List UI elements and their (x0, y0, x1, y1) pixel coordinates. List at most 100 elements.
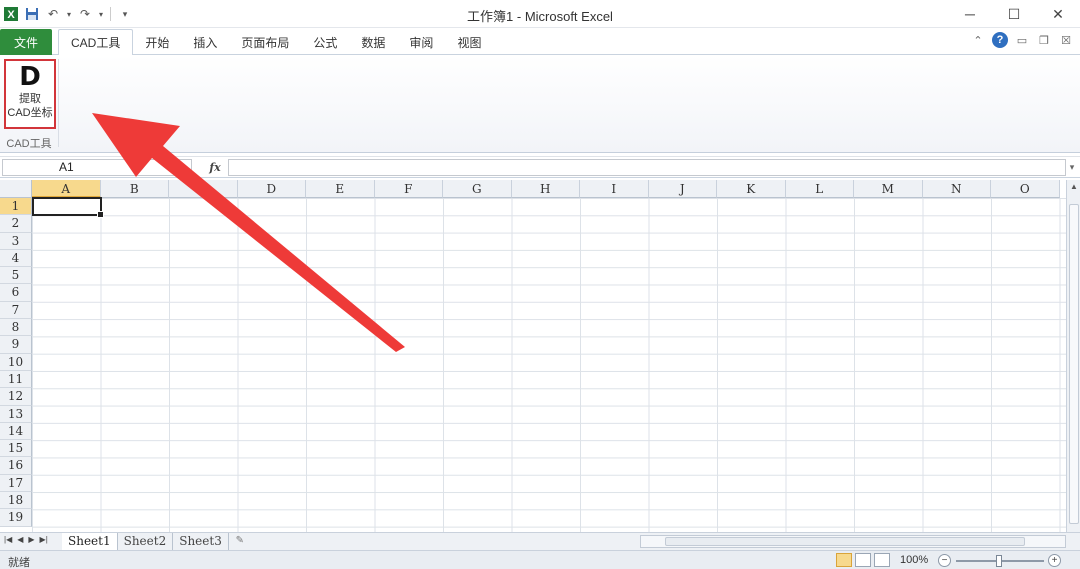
vertical-scroll-thumb[interactable] (1069, 204, 1079, 524)
row-header[interactable]: 2 (0, 215, 32, 233)
insert-sheet-icon[interactable]: ✎ (229, 533, 251, 549)
sheet-tab-sheet2[interactable]: Sheet2 (118, 533, 174, 550)
workbook-minimize-icon[interactable]: ▭ (1014, 32, 1030, 48)
row-header[interactable]: 19 (0, 509, 32, 527)
next-sheet-icon[interactable]: ▶ (28, 535, 34, 544)
sheet-tabs: Sheet1 Sheet2 Sheet3 ✎ (62, 533, 251, 550)
column-header[interactable]: N (922, 180, 991, 198)
row-header[interactable]: 12 (0, 388, 32, 406)
tab-insert[interactable]: 插入 (181, 29, 229, 55)
tab-formulas[interactable]: 公式 (301, 29, 349, 55)
zoom-level[interactable]: 100% (900, 554, 928, 566)
cad-d-icon: D (19, 62, 41, 92)
close-button[interactable]: ✕ (1036, 0, 1080, 28)
normal-view-button[interactable] (836, 553, 852, 567)
tab-home[interactable]: 开始 (133, 29, 181, 55)
prev-sheet-icon[interactable]: ◀ (17, 535, 23, 544)
workbook-close-icon[interactable]: ☒ (1058, 32, 1074, 48)
select-all-corner[interactable] (0, 180, 32, 198)
row-header[interactable]: 3 (0, 232, 32, 250)
row-header[interactable]: 14 (0, 422, 32, 441)
row-header[interactable]: 7 (0, 301, 32, 320)
row-header[interactable]: 8 (0, 319, 32, 337)
horizontal-scroll-thumb[interactable] (665, 537, 1025, 546)
window-title: 工作簿1 - Microsoft Excel (467, 9, 613, 24)
worksheet-grid[interactable]: A B C D E F G H I J K L M N O 1 2 3 4 5 … (0, 180, 1066, 532)
sheet-tab-bar: |◀ ◀ ▶ ▶| Sheet1 Sheet2 Sheet3 ✎ (0, 532, 1080, 550)
row-header[interactable]: 18 (0, 492, 32, 510)
ribbon-tabs: CAD工具 开始 插入 页面布局 公式 数据 审阅 视图 (58, 29, 493, 56)
column-header[interactable]: M (854, 180, 923, 198)
page-layout-view-button[interactable] (855, 553, 871, 567)
last-sheet-icon[interactable]: ▶| (40, 535, 48, 544)
cad-button-label-line2: CAD坐标 (7, 107, 53, 119)
column-header[interactable]: O (991, 180, 1060, 198)
row-header[interactable]: 13 (0, 405, 32, 423)
sheet-tab-sheet1[interactable]: Sheet1 (62, 533, 118, 550)
title-bar: X ↶ ▾ ↷ ▾ ▾ 工作簿1 - Microsoft Excel ─ ☐ ✕ (0, 0, 1080, 28)
page-break-preview-button[interactable] (874, 553, 890, 567)
tab-cad-tools[interactable]: CAD工具 (58, 29, 134, 56)
zoom-out-button[interactable]: − (938, 554, 951, 567)
column-header[interactable]: A (32, 180, 101, 198)
row-header[interactable]: 15 (0, 440, 32, 458)
sheet-tab-sheet3[interactable]: Sheet3 (173, 533, 229, 550)
row-header[interactable]: 6 (0, 284, 32, 302)
row-header[interactable]: 11 (0, 370, 32, 389)
workbook-restore-icon[interactable]: ❐ (1036, 32, 1052, 48)
status-ready: 就绪 (8, 557, 30, 569)
minimize-button[interactable]: ─ (948, 0, 992, 28)
column-header[interactable]: F (374, 180, 443, 198)
tab-view[interactable]: 视图 (445, 29, 493, 55)
file-tab[interactable]: 文件 (0, 29, 52, 55)
maximize-button[interactable]: ☐ (992, 0, 1036, 28)
row-header[interactable]: 9 (0, 336, 32, 354)
active-cell-a1[interactable] (32, 197, 104, 218)
tab-review[interactable]: 审阅 (397, 29, 445, 55)
expand-formula-bar-icon[interactable]: ▾ (1066, 160, 1078, 175)
cell-area[interactable] (32, 198, 1066, 532)
first-sheet-icon[interactable]: |◀ (4, 535, 12, 544)
column-header[interactable]: E (306, 180, 375, 198)
horizontal-scrollbar[interactable] (640, 535, 1066, 548)
view-buttons (836, 553, 890, 567)
ribbon-tab-bar: 文件 CAD工具 开始 插入 页面布局 公式 数据 审阅 视图 ⌃ ? ▭ ❐ … (0, 28, 1080, 56)
tab-data[interactable]: 数据 (349, 29, 397, 55)
row-headers: 1 2 3 4 5 6 7 8 9 10 11 12 13 14 15 16 1… (0, 198, 32, 527)
row-header[interactable]: 1 (0, 198, 32, 216)
column-header[interactable]: J (648, 180, 717, 198)
sheet-navigation: |◀ ◀ ▶ ▶| (4, 535, 48, 544)
tab-page-layout[interactable]: 页面布局 (229, 29, 301, 55)
name-box[interactable]: A1 (2, 159, 192, 176)
row-header[interactable]: 10 (0, 353, 32, 371)
help-icon[interactable]: ? (992, 32, 1008, 48)
status-bar: 就绪 100% − + (0, 550, 1080, 569)
zoom-in-button[interactable]: + (1048, 554, 1061, 567)
column-header[interactable]: H (511, 180, 580, 198)
formula-input[interactable] (228, 159, 1066, 176)
extract-cad-coordinates-button[interactable]: D 提取 CAD坐标 (4, 59, 56, 129)
column-header[interactable]: C (169, 180, 238, 198)
vertical-scrollbar[interactable]: ▲ (1066, 180, 1080, 532)
column-header[interactable]: G (443, 180, 512, 198)
row-header[interactable]: 16 (0, 457, 32, 475)
column-header[interactable]: B (100, 180, 169, 198)
column-header[interactable]: K (717, 180, 786, 198)
row-header[interactable]: 5 (0, 267, 32, 285)
minimize-ribbon-icon[interactable]: ⌃ (970, 32, 986, 48)
column-header[interactable]: D (237, 180, 306, 198)
row-header[interactable]: 4 (0, 249, 32, 268)
column-header[interactable]: L (785, 180, 854, 198)
column-headers: A B C D E F G H I J K L M N O (0, 180, 1060, 198)
formula-bar: A1 fx ▾ (0, 156, 1080, 178)
zoom-slider-thumb[interactable] (996, 555, 1002, 567)
ribbon-right-controls: ⌃ ? ▭ ❐ ☒ (970, 32, 1074, 48)
ribbon-group-separator (58, 59, 59, 147)
ribbon-group-label: CAD工具 (6, 138, 52, 150)
column-header[interactable]: I (580, 180, 649, 198)
insert-function-icon[interactable]: fx (205, 159, 225, 176)
scroll-up-icon[interactable]: ▲ (1067, 180, 1080, 194)
row-header[interactable]: 17 (0, 474, 32, 493)
ribbon-panel: D 提取 CAD坐标 CAD工具 (0, 55, 1080, 153)
window-controls: ─ ☐ ✕ (948, 0, 1080, 28)
